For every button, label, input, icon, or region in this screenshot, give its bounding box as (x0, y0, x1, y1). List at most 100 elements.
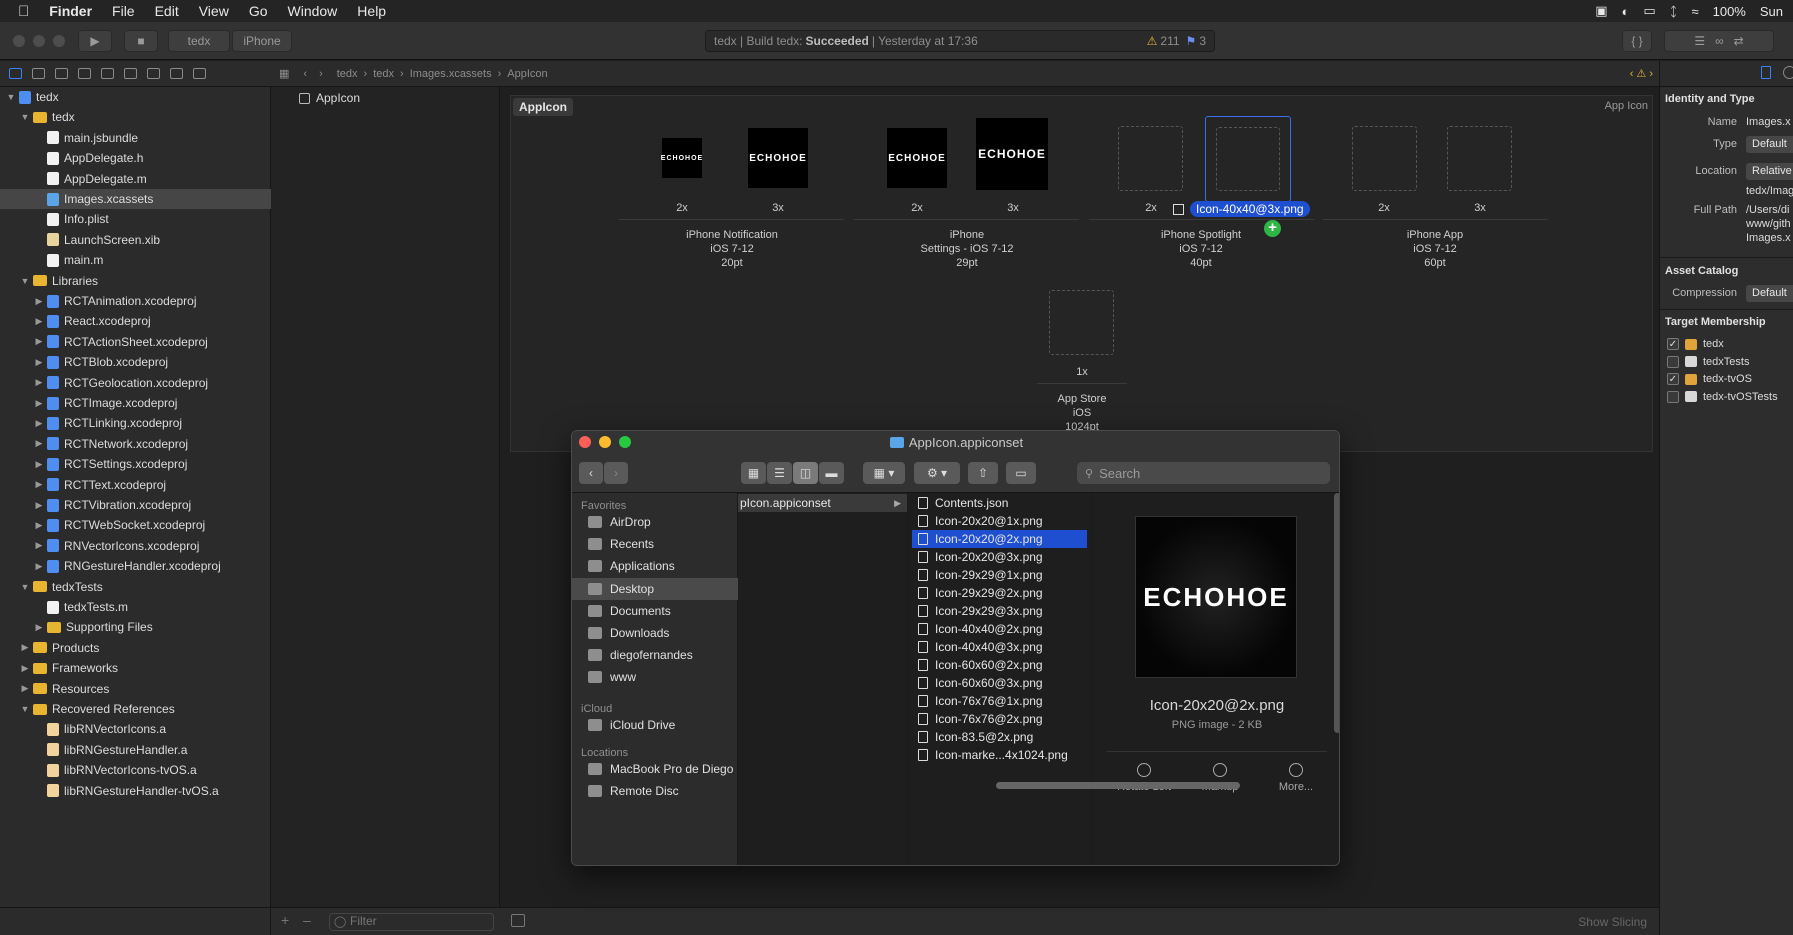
clock[interactable]: Sun (1760, 4, 1783, 19)
sidebar-item[interactable]: Recents (572, 533, 738, 555)
more-button[interactable]: More... (1256, 763, 1336, 793)
project-navigator-icon[interactable] (9, 68, 22, 79)
menu-view[interactable]: View (189, 3, 239, 19)
navigator-item[interactable]: ▶ React.xcodeproj (0, 311, 271, 331)
compression-select[interactable]: Default (1746, 285, 1793, 302)
code-review-button[interactable]: { } (1622, 30, 1652, 52)
navigator-item[interactable]: ▶ RCTText.xcodeproj (0, 475, 271, 495)
apple-menu-icon[interactable]:  (0, 3, 39, 20)
menu-window[interactable]: Window (278, 3, 348, 19)
related-items-icon[interactable]: ▦ (279, 67, 289, 80)
screen-record-icon[interactable]: ▣ (1595, 3, 1607, 19)
asset-item-appicon[interactable]: AppIcon (299, 91, 360, 105)
sidebar-item[interactable]: diegofernandes (572, 644, 738, 666)
stop-button[interactable]: ■ (124, 30, 158, 52)
sidebar-item[interactable]: Remote Disc (572, 780, 738, 802)
finder-back-button[interactable]: ‹ (579, 462, 603, 484)
navigator-item[interactable]: ▶ RNGestureHandler.xcodeproj (0, 556, 271, 576)
finder-close-button[interactable] (579, 436, 591, 448)
preview-image[interactable]: ECHOHOE (1135, 516, 1297, 678)
action-button[interactable]: ⚙ ▾ (914, 462, 960, 484)
column-view-button[interactable]: ◫ (793, 462, 818, 484)
sidebar-item[interactable]: www (572, 666, 738, 688)
navigator-item[interactable]: libRNGestureHandler.a (0, 740, 271, 760)
navigator-item[interactable]: ▶ RCTAnimation.xcodeproj (0, 291, 271, 311)
share-button[interactable]: ⇧ (968, 462, 998, 484)
warning-icon[interactable]: ⚠ (1147, 34, 1158, 48)
sidebar-item[interactable]: Documents (572, 600, 738, 622)
navigator-item[interactable]: ▶ Resources (0, 679, 271, 699)
disclosure-closed-icon[interactable]: ▶ (34, 500, 44, 511)
disclosure-closed-icon[interactable]: ▶ (34, 561, 44, 572)
vertical-scrollbar[interactable] (1334, 493, 1339, 733)
sidebar-item[interactable]: iCloud Drive (572, 714, 738, 736)
disclosure-closed-icon[interactable]: ▶ (34, 336, 44, 347)
find-navigator-icon[interactable] (78, 68, 91, 79)
file-row[interactable]: Icon-20x20@3x.png (912, 548, 1087, 566)
disclosure-closed-icon[interactable]: ▶ (34, 438, 44, 449)
navigator-item[interactable]: ▶ Frameworks (0, 658, 271, 678)
disclosure-closed-icon[interactable]: ▶ (34, 540, 44, 551)
navigator-item[interactable]: ▶ RCTImage.xcodeproj (0, 393, 271, 413)
battery-status[interactable]: 100% (1713, 4, 1746, 19)
file-row[interactable]: Icon-83.5@2x.png (912, 728, 1087, 746)
navigator-item[interactable]: ▶ RCTActionSheet.xcodeproj (0, 332, 271, 352)
icon-slot-notification-3x[interactable]: ECHOHOE (748, 128, 808, 188)
editor-mode-buttons[interactable]: ☰ ∞ ⇄ (1664, 30, 1774, 52)
forward-arrow-icon[interactable]: › (319, 68, 323, 80)
show-slicing-button[interactable]: Show Slicing (1578, 915, 1647, 929)
disclosure-closed-icon[interactable]: ▶ (34, 622, 44, 633)
navigator-item[interactable]: ▼ Libraries (0, 271, 271, 291)
icon-slot-app-2x[interactable] (1352, 126, 1417, 191)
navigator-item[interactable]: ▼ Recovered References (0, 699, 271, 719)
outline-toggle-icon[interactable] (511, 914, 525, 927)
file-row[interactable]: Icon-29x29@1x.png (912, 566, 1087, 584)
navigator-item[interactable]: ▶ Products (0, 638, 271, 658)
file-row[interactable]: Icon-29x29@3x.png (912, 602, 1087, 620)
name-value[interactable]: Images.x (1746, 116, 1791, 128)
jump-item-group[interactable]: tedx (373, 68, 394, 80)
disclosure-closed-icon[interactable]: ▶ (34, 459, 44, 470)
parent-folder-row[interactable]: pIcon.appiconset ▶ (738, 494, 907, 512)
navigator-item[interactable]: ▶ RCTNetwork.xcodeproj (0, 434, 271, 454)
navigator-item[interactable]: AppDelegate.h (0, 148, 271, 168)
navigator-item[interactable]: ▶ RCTSettings.xcodeproj (0, 454, 271, 474)
file-row[interactable]: Icon-40x40@2x.png (912, 620, 1087, 638)
type-select[interactable]: Default (1746, 136, 1793, 153)
disclosure-closed-icon[interactable]: ▶ (34, 296, 44, 307)
disclosure-closed-icon[interactable]: ▶ (34, 377, 44, 388)
disclosure-closed-icon[interactable]: ▶ (20, 683, 30, 694)
airplay-icon[interactable]: ▭ (1643, 3, 1655, 19)
navigator-item[interactable]: ▶ RCTVibration.xcodeproj (0, 495, 271, 515)
jump-item-catalog[interactable]: Images.xcassets (410, 68, 492, 80)
sidebar-item[interactable]: MacBook Pro de Diego (572, 758, 738, 780)
sidebar-item[interactable]: Desktop (572, 577, 738, 600)
navigator-item[interactable]: ▶ RCTLinking.xcodeproj (0, 413, 271, 433)
sidebar-item[interactable]: Applications (572, 555, 738, 577)
jump-item-asset[interactable]: AppIcon (507, 68, 547, 80)
file-row[interactable]: Icon-60x60@2x.png (912, 656, 1087, 674)
navigator-item[interactable]: Images.xcassets (0, 189, 271, 209)
navigator-item[interactable]: main.jsbundle (0, 128, 271, 148)
horizontal-scrollbar[interactable] (996, 782, 1240, 789)
disclosure-closed-icon[interactable]: ▶ (20, 663, 30, 674)
file-row[interactable]: Icon-76x76@2x.png (912, 710, 1087, 728)
navigator-item[interactable]: libRNVectorIcons-tvOS.a (0, 760, 271, 780)
navigator-item[interactable]: AppDelegate.m (0, 169, 271, 189)
target-checkbox[interactable] (1667, 355, 1679, 368)
add-icon[interactable]: + (281, 912, 289, 928)
issue-icon[interactable]: ⚑ (1186, 34, 1197, 48)
warning-count[interactable]: 211 (1160, 34, 1179, 48)
navigator-item[interactable]: ▶ Supporting Files (0, 617, 271, 637)
finder-search-field[interactable]: ⚲ Search (1077, 462, 1330, 484)
disclosure-closed-icon[interactable]: ▶ (34, 398, 44, 409)
disclosure-closed-icon[interactable]: ▶ (34, 316, 44, 327)
navigator-item[interactable]: main.m (0, 250, 271, 270)
navigator-item[interactable]: ▼ tedx (0, 87, 271, 107)
navigator-item[interactable]: ▼ tedxTests (0, 577, 271, 597)
sidebar-item[interactable]: AirDrop (572, 511, 738, 533)
menu-app-name[interactable]: Finder (39, 3, 102, 19)
file-row[interactable]: Icon-20x20@2x.png (912, 530, 1087, 548)
do-not-disturb-icon[interactable]: ◐ (1622, 4, 1630, 19)
window-zoom-button[interactable] (53, 35, 65, 47)
